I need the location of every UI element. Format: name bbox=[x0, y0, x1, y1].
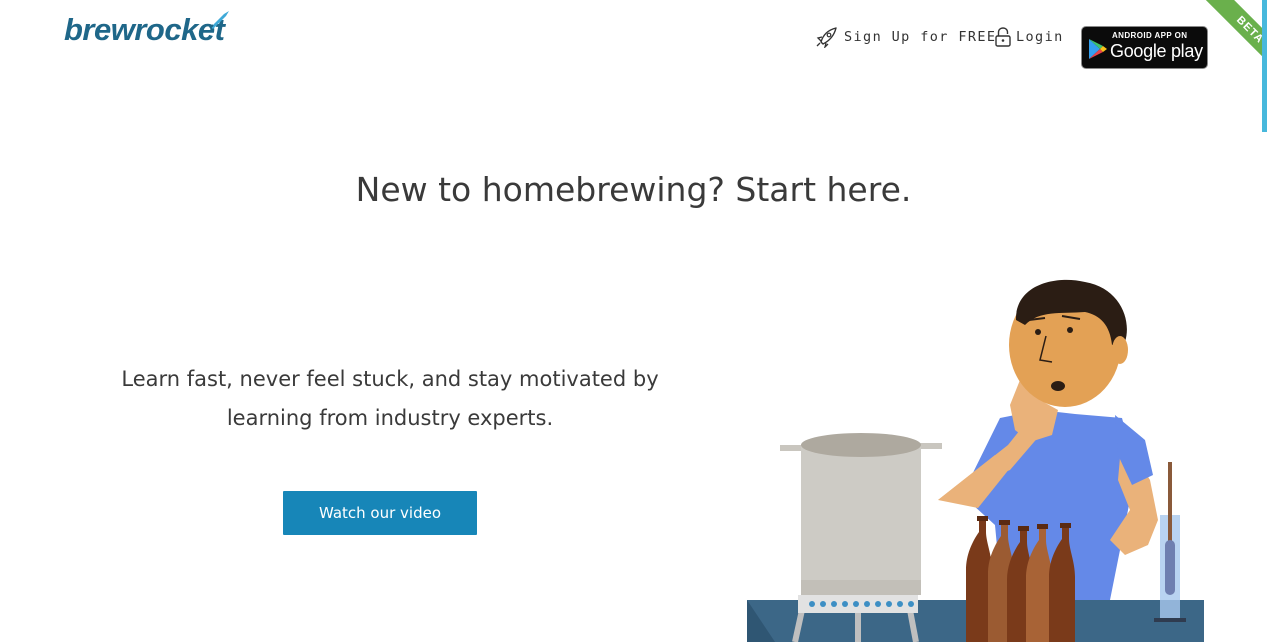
watch-video-button[interactable]: Watch our video bbox=[283, 491, 477, 535]
signup-label: Sign Up for FREE bbox=[844, 29, 997, 45]
signup-link[interactable]: Sign Up for FREE bbox=[815, 26, 996, 48]
hero-title: New to homebrewing? Start here. bbox=[355, 170, 912, 209]
logo-rocket-mark bbox=[209, 11, 229, 29]
hero-subtitle: Learn fast, never feel stuck, and stay m… bbox=[90, 360, 690, 438]
rocket-icon bbox=[816, 27, 837, 48]
hero-subtitle-line-1: Learn fast, never feel stuck, and stay m… bbox=[121, 367, 659, 391]
brewrocket-logo[interactable]: brewrocket bbox=[64, 12, 225, 48]
login-link[interactable]: Login bbox=[994, 26, 1064, 48]
login-label: Login bbox=[1016, 29, 1064, 45]
homebrewer-illustration bbox=[747, 279, 1204, 642]
beta-ribbon: BETA bbox=[1187, 0, 1267, 80]
scrollbar-thumb[interactable] bbox=[1262, 0, 1267, 132]
lock-icon bbox=[995, 27, 1011, 47]
play-badge-small-text: ANDROID APP ON bbox=[1112, 31, 1188, 40]
beta-label: BETA bbox=[1204, 0, 1267, 76]
google-play-icon bbox=[1089, 39, 1107, 59]
hero-subtitle-line-2: learning from industry experts. bbox=[226, 406, 554, 430]
